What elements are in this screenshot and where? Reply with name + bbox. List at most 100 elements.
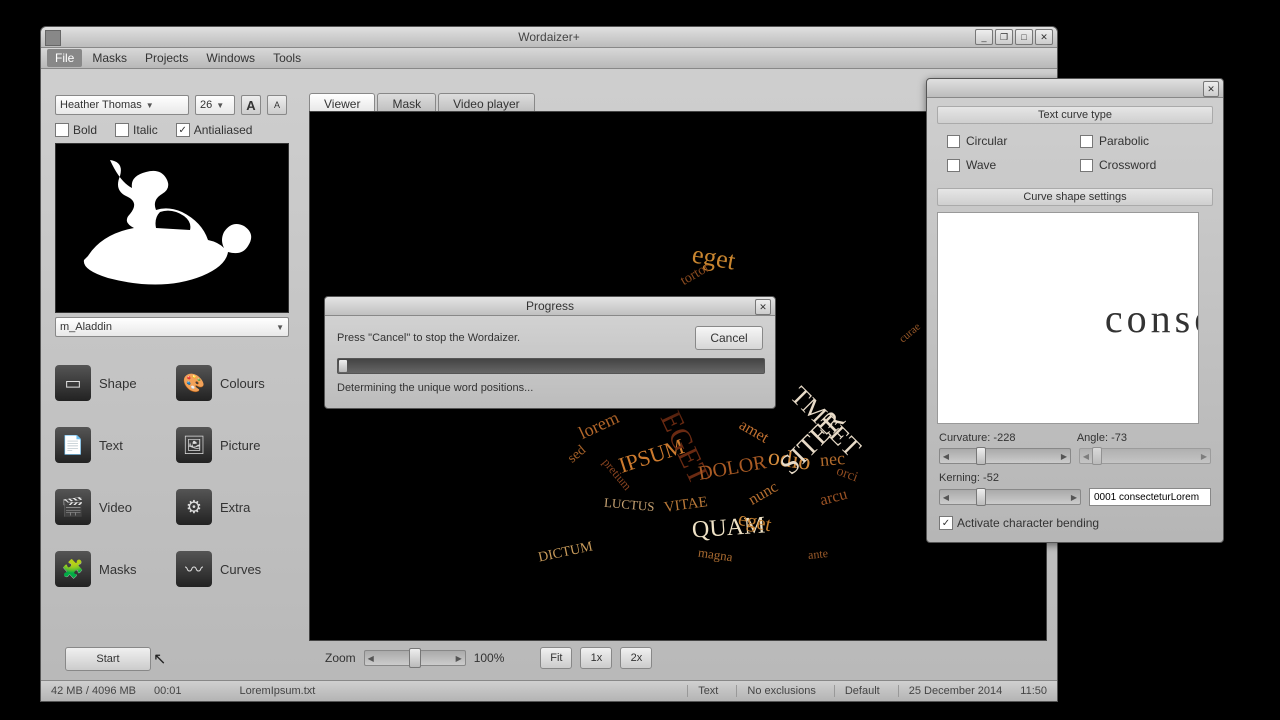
cloud-word: VITAE (663, 494, 709, 517)
word-input[interactable] (1089, 488, 1211, 506)
progress-message: Press "Cancel" to stop the Wordaizer. (337, 332, 520, 344)
cloud-word: orci (834, 463, 860, 485)
cloud-word: DOLOR (697, 451, 769, 486)
shape-icon: ▭ (55, 365, 91, 401)
tool-masks[interactable]: 🧩Masks (55, 551, 168, 587)
angle-label: Angle: (1077, 432, 1108, 444)
status-time: 00:01 (154, 685, 182, 697)
curve-shape-title: Curve shape settings (937, 188, 1213, 206)
mask-preview (55, 143, 289, 313)
status-text: Text (687, 685, 718, 697)
curve-panel-titlebar[interactable]: ✕ (927, 79, 1223, 98)
curvature-label: Curvature: (939, 432, 990, 444)
zoom-value: 100% (474, 651, 505, 665)
zoom-label: Zoom (325, 651, 356, 665)
palette-icon: 🎨 (176, 365, 212, 401)
status-date: 25 December 2014 (898, 685, 1003, 697)
titlebar[interactable]: Wordaizer+ _ ❐ □ ✕ (41, 27, 1057, 48)
radio-parabolic[interactable]: Parabolic (1080, 134, 1203, 148)
status-memory: 42 MB / 4096 MB (51, 685, 136, 697)
curvature-slider[interactable]: ◀▶ (939, 448, 1071, 464)
curve-type-title: Text curve type (937, 106, 1213, 124)
curve-panel-close-button[interactable]: ✕ (1203, 81, 1219, 97)
restore-button[interactable]: ❐ (995, 29, 1013, 45)
masks-icon: 🧩 (55, 551, 91, 587)
progress-close-button[interactable]: ✕ (755, 299, 771, 315)
curvature-value: -228 (993, 432, 1015, 444)
progress-bar (337, 358, 765, 374)
font-size-combo[interactable]: 26▼ (195, 95, 235, 115)
zoom-2x-button[interactable]: 2x (620, 647, 652, 669)
left-panel: Heather Thomas▼ 26▼ A A Bold Italic ✓Ant… (55, 95, 289, 587)
zoom-bar: Zoom ◀▶ 100% Fit 1x 2x (325, 647, 652, 669)
kerning-label: Kerning: (939, 472, 980, 484)
antialiased-checkbox[interactable]: ✓Antialiased (176, 123, 253, 137)
cloud-word: tortor (678, 260, 713, 289)
curve-panel: ✕ Text curve type Circular Parabolic Wav… (926, 78, 1224, 543)
app-icon (45, 30, 61, 46)
tool-colours[interactable]: 🎨Colours (176, 365, 289, 401)
cursor-icon: ↖ (153, 649, 166, 669)
status-exclusions: No exclusions (736, 685, 815, 697)
font-size-down-icon[interactable]: A (267, 95, 287, 115)
zoom-1x-button[interactable]: 1x (580, 647, 612, 669)
cancel-button[interactable]: Cancel (695, 326, 763, 350)
tool-extra[interactable]: ⚙Extra (176, 489, 289, 525)
start-button[interactable]: Start (65, 647, 151, 671)
menu-tools[interactable]: Tools (265, 49, 309, 67)
angle-slider[interactable]: ◀▶ (1079, 448, 1211, 464)
video-icon: 🎬 (55, 489, 91, 525)
font-family-combo[interactable]: Heather Thomas▼ (55, 95, 189, 115)
cloud-word: LUCTUS (603, 494, 655, 514)
extra-icon: ⚙ (176, 489, 212, 525)
curves-icon: 〰 (176, 551, 212, 587)
menu-windows[interactable]: Windows (198, 49, 263, 67)
tool-picture[interactable]: 🖼Picture (176, 427, 289, 463)
font-size-up-icon[interactable]: A (241, 95, 261, 115)
tool-shape[interactable]: ▭Shape (55, 365, 168, 401)
status-profile: Default (834, 685, 880, 697)
tool-text[interactable]: 📄Text (55, 427, 168, 463)
cloud-word: amet (736, 416, 772, 447)
menu-file[interactable]: File (47, 49, 82, 67)
progress-title[interactable]: Progress✕ (325, 297, 775, 316)
menubar: File Masks Projects Windows Tools (41, 48, 1057, 69)
mask-name-value: m_Aladdin (60, 321, 112, 333)
tool-video[interactable]: 🎬Video (55, 489, 168, 525)
zoom-fit-button[interactable]: Fit (540, 647, 572, 669)
maximize-button[interactable]: □ (1015, 29, 1033, 45)
lamp-icon (72, 152, 272, 302)
kerning-slider[interactable]: ◀▶ (939, 489, 1081, 505)
statusbar: 42 MB / 4096 MB 00:01 LoremIpsum.txt Tex… (41, 680, 1057, 701)
text-icon: 📄 (55, 427, 91, 463)
cloud-word: lorem (576, 407, 623, 444)
status-file: LoremIpsum.txt (240, 685, 316, 697)
cloud-word: magna (697, 544, 734, 565)
window-title: Wordaizer+ (518, 27, 579, 47)
close-button[interactable]: ✕ (1035, 29, 1053, 45)
progress-dialog: Progress✕ Press "Cancel" to stop the Wor… (324, 296, 776, 409)
radio-crossword[interactable]: Crossword (1080, 158, 1203, 172)
picture-icon: 🖼 (176, 427, 212, 463)
menu-projects[interactable]: Projects (137, 49, 196, 67)
radio-wave[interactable]: Wave (947, 158, 1070, 172)
zoom-slider[interactable]: ◀▶ (364, 650, 466, 666)
cloud-word: arcu (818, 485, 849, 510)
minimize-button[interactable]: _ (975, 29, 993, 45)
cloud-word: sed (565, 442, 590, 466)
font-size-value: 26 (200, 99, 212, 111)
tool-curves[interactable]: 〰Curves (176, 551, 289, 587)
curve-shape-preview: conse (937, 212, 1199, 424)
menu-masks[interactable]: Masks (84, 49, 135, 67)
mask-name-combo[interactable]: m_Aladdin▼ (55, 317, 289, 337)
italic-checkbox[interactable]: Italic (115, 123, 158, 137)
radio-circular[interactable]: Circular (947, 134, 1070, 148)
kerning-value: -52 (983, 472, 999, 484)
status-clock: 11:50 (1020, 685, 1047, 697)
font-family-value: Heather Thomas (60, 99, 142, 111)
angle-value: -73 (1111, 432, 1127, 444)
cloud-word: ante (807, 546, 828, 563)
character-bending-checkbox[interactable]: ✓Activate character bending (939, 516, 1099, 530)
cloud-word: DICTUM (537, 539, 594, 566)
bold-checkbox[interactable]: Bold (55, 123, 97, 137)
